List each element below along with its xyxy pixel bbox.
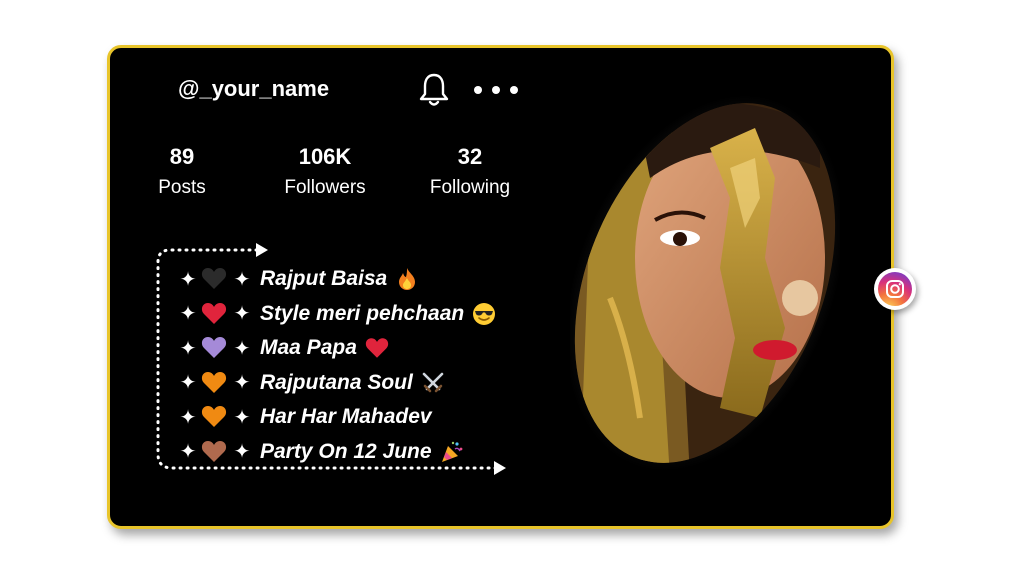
black-heart-icon	[201, 267, 229, 291]
bio-line: ✦ ✦ Party On 12 June	[176, 435, 496, 470]
fire-icon	[395, 267, 419, 291]
bio-text: Party On 12 June	[260, 439, 432, 463]
bio-line: ✦ ✦ Maa Papa	[176, 331, 496, 366]
followers-count: 106K	[298, 144, 352, 169]
bio-text: Rajput Baisa	[260, 267, 388, 291]
bio-line: ✦ ✦ Har Har Mahadev	[176, 400, 496, 435]
stat-posts[interactable]: 89 Posts	[146, 144, 218, 199]
sparkle-icon: ✦	[233, 406, 251, 429]
orange-heart-icon	[201, 405, 229, 429]
stat-following[interactable]: 32 Following	[420, 144, 520, 199]
sparkle-icon: ✦	[233, 372, 251, 395]
crossed-swords-icon	[421, 371, 445, 395]
bio-text: Rajputana Soul	[260, 370, 413, 394]
posts-count: 89	[169, 144, 195, 169]
profile-card: @_your_name 89 Posts 106K Followers 32 F…	[107, 45, 894, 529]
sparkle-icon: ✦	[233, 441, 251, 464]
sparkle-icon: ✦	[179, 268, 197, 291]
following-count: 32	[457, 144, 483, 169]
sparkle-icon: ✦	[179, 406, 197, 429]
profile-photo[interactable]	[570, 88, 840, 478]
bio-line: ✦ ✦ Style meri pehchaan	[176, 297, 496, 332]
sparkle-icon: ✦	[179, 372, 197, 395]
red-heart-icon	[201, 302, 229, 326]
bio-line: ✦ ✦ Rajput Baisa	[176, 262, 496, 297]
party-popper-icon	[440, 440, 464, 464]
bio-text: Maa Papa	[260, 336, 357, 360]
followers-label: Followers	[284, 177, 366, 198]
stat-followers[interactable]: 106K Followers	[270, 144, 380, 199]
username[interactable]: @_your_name	[178, 76, 358, 102]
bio-text: Style meri pehchaan	[260, 301, 465, 325]
posts-label: Posts	[158, 177, 206, 198]
sunglasses-face-icon	[472, 302, 496, 326]
sparkle-icon: ✦	[233, 337, 251, 360]
sparkle-icon: ✦	[179, 337, 197, 360]
sparkle-icon: ✦	[233, 303, 251, 326]
purple-heart-icon	[201, 336, 229, 360]
more-options-icon[interactable]	[474, 78, 518, 102]
instagram-icon[interactable]	[874, 268, 916, 310]
bio-line: ✦ ✦ Rajputana Soul	[176, 366, 496, 401]
bell-icon[interactable]	[418, 72, 450, 108]
instagram-logo	[878, 272, 912, 306]
sparkle-icon: ✦	[233, 268, 251, 291]
orange-heart-icon	[201, 371, 229, 395]
sparkle-icon: ✦	[179, 441, 197, 464]
bio: ✦ ✦ Rajput Baisa ✦ ✦ Style meri pehchaan…	[176, 262, 496, 469]
red-heart-icon	[365, 336, 389, 360]
sparkle-icon: ✦	[179, 303, 197, 326]
brown-heart-icon	[201, 440, 229, 464]
bio-text: Har Har Mahadev	[260, 405, 432, 429]
following-label: Following	[429, 177, 511, 198]
